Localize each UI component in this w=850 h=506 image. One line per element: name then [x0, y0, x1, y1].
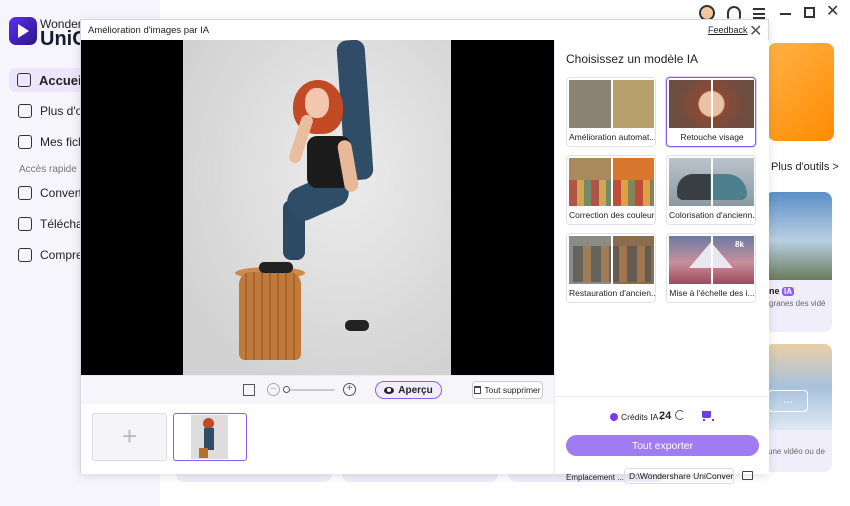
credits-row: Crédits IA : 24 [555, 396, 770, 424]
folder-icon[interactable] [742, 471, 753, 480]
model-thumbnail [569, 236, 654, 284]
fit-screen-icon[interactable] [243, 384, 255, 396]
model-label: Mise à l'échelle des i... [669, 288, 755, 298]
model-thumbnail: 8k [669, 236, 754, 284]
add-image-button[interactable]: + [92, 413, 167, 461]
tool-card-title-text: ne [769, 286, 780, 296]
trash-icon [474, 386, 482, 394]
zoom-slider-handle[interactable] [283, 386, 290, 393]
figure-shape [345, 320, 369, 331]
sidebar-item-compress[interactable]: Compres [10, 243, 89, 267]
model-thumbnail [669, 158, 754, 206]
model-colorize-old[interactable]: Colorisation d'ancienn... [666, 155, 756, 225]
ai-image-enhancer-dialog: Amélioration d'images par IA Feedback ✕ … [80, 19, 770, 484]
promo-card[interactable] [768, 43, 834, 141]
figure-shape [259, 262, 293, 273]
feedback-link[interactable]: Feedback [708, 25, 748, 35]
preview-toolbar: – + Aperçu Tout supprimer [81, 375, 554, 404]
model-color-correction[interactable]: Correction des couleurs [566, 155, 656, 225]
model-label: Retouche visage [680, 132, 744, 142]
thumbnail-image [191, 415, 228, 459]
thumbnail-strip: + [81, 404, 554, 474]
home-icon [17, 73, 31, 87]
sidebar-item-convert[interactable]: Converti [10, 181, 85, 205]
thumb-shape [199, 448, 208, 458]
panel-title: Choisissez un modèle IA [566, 52, 699, 66]
file-icon [18, 135, 32, 149]
stool-shape [239, 272, 301, 360]
model-panel: Choisissez un modèle IA Amélioration aut… [554, 40, 770, 484]
app-logo-icon [9, 17, 37, 45]
image-preview [81, 40, 554, 375]
coin-icon [610, 413, 618, 421]
ai-badge: IA [782, 287, 795, 296]
landscape-image [765, 192, 832, 280]
close-icon[interactable]: ✕ [749, 21, 762, 41]
sidebar-item-more[interactable]: Plus d'ou [10, 99, 89, 123]
more-dots: ... [768, 390, 808, 412]
zoom-in-icon[interactable]: + [343, 383, 356, 396]
tool-card-desc: granes des vidé [769, 299, 826, 308]
8k-badge: 8k [735, 240, 744, 249]
location-label: Emplacement ... [566, 473, 624, 482]
chevron-down-icon: ⌄ [720, 471, 727, 480]
maximize-icon[interactable] [804, 7, 815, 18]
model-face-retouch[interactable]: Retouche visage [666, 77, 756, 147]
eye-icon [384, 386, 395, 394]
export-all-button[interactable]: Tout exporter [566, 435, 759, 456]
model-label: Restauration d'ancien... [569, 288, 655, 298]
credits-label: Crédits IA : [621, 412, 663, 422]
model-label: Colorisation d'ancienn... [669, 210, 755, 220]
figure-shape [305, 88, 329, 118]
delete-all-button[interactable]: Tout supprimer [472, 381, 543, 399]
sidebar-item-label: Converti [40, 186, 85, 200]
model-label: Correction des couleurs [569, 210, 655, 220]
snow-image: ... [765, 344, 832, 430]
zoom-out-icon[interactable]: – [267, 383, 280, 396]
image-thumbnail[interactable] [173, 413, 247, 461]
location-select[interactable]: D:\Wondershare UniConver ⌄ [624, 468, 734, 484]
sidebar-item-label: Accueil [39, 72, 86, 88]
delete-all-label: Tout supprimer [484, 385, 541, 395]
convert-icon [18, 186, 32, 200]
close-window-icon[interactable]: ✕ [826, 4, 839, 20]
refresh-icon[interactable] [675, 410, 685, 420]
model-restore-old[interactable]: Restauration d'ancien... [566, 233, 656, 303]
model-thumbnail [669, 80, 754, 128]
tool-card-title: ne IA [769, 286, 832, 296]
model-label: Amélioration automat... [569, 132, 655, 142]
download-icon [18, 217, 32, 231]
menu-icon[interactable] [753, 8, 765, 19]
tool-card-snow[interactable]: ... une vidéo ou de [765, 344, 832, 472]
cart-icon[interactable] [702, 411, 714, 421]
grid-icon [18, 104, 32, 118]
model-upscale[interactable]: 8k Mise à l'échelle des i... [666, 233, 756, 303]
zoom-slider[interactable] [283, 386, 335, 393]
model-auto-enhance[interactable]: Amélioration automat... [566, 77, 656, 147]
model-thumbnail [569, 158, 654, 206]
tool-card-ai[interactable]: ne IA granes des vidé [765, 192, 832, 332]
headset-icon[interactable] [727, 6, 741, 20]
tool-card-desc: une vidéo ou de [768, 447, 825, 456]
preview-photo [183, 40, 451, 375]
model-thumbnail [569, 80, 654, 128]
preview-button-label: Aperçu [398, 384, 433, 396]
sidebar-item-download[interactable]: Téléchar [10, 212, 87, 236]
sidebar-item-files[interactable]: Mes fichi [10, 130, 87, 154]
location-path: D:\Wondershare UniConver [629, 471, 734, 481]
credits-value: 24 [659, 410, 672, 422]
thumb-shape [204, 428, 214, 450]
more-tools-link[interactable]: Plus d'outils > [771, 161, 839, 173]
minimize-icon[interactable] [780, 13, 791, 15]
dialog-title: Amélioration d'images par IA [88, 25, 210, 36]
preview-button[interactable]: Aperçu [375, 381, 442, 399]
section-label: Accès rapide [19, 164, 77, 175]
compress-icon [18, 248, 32, 262]
